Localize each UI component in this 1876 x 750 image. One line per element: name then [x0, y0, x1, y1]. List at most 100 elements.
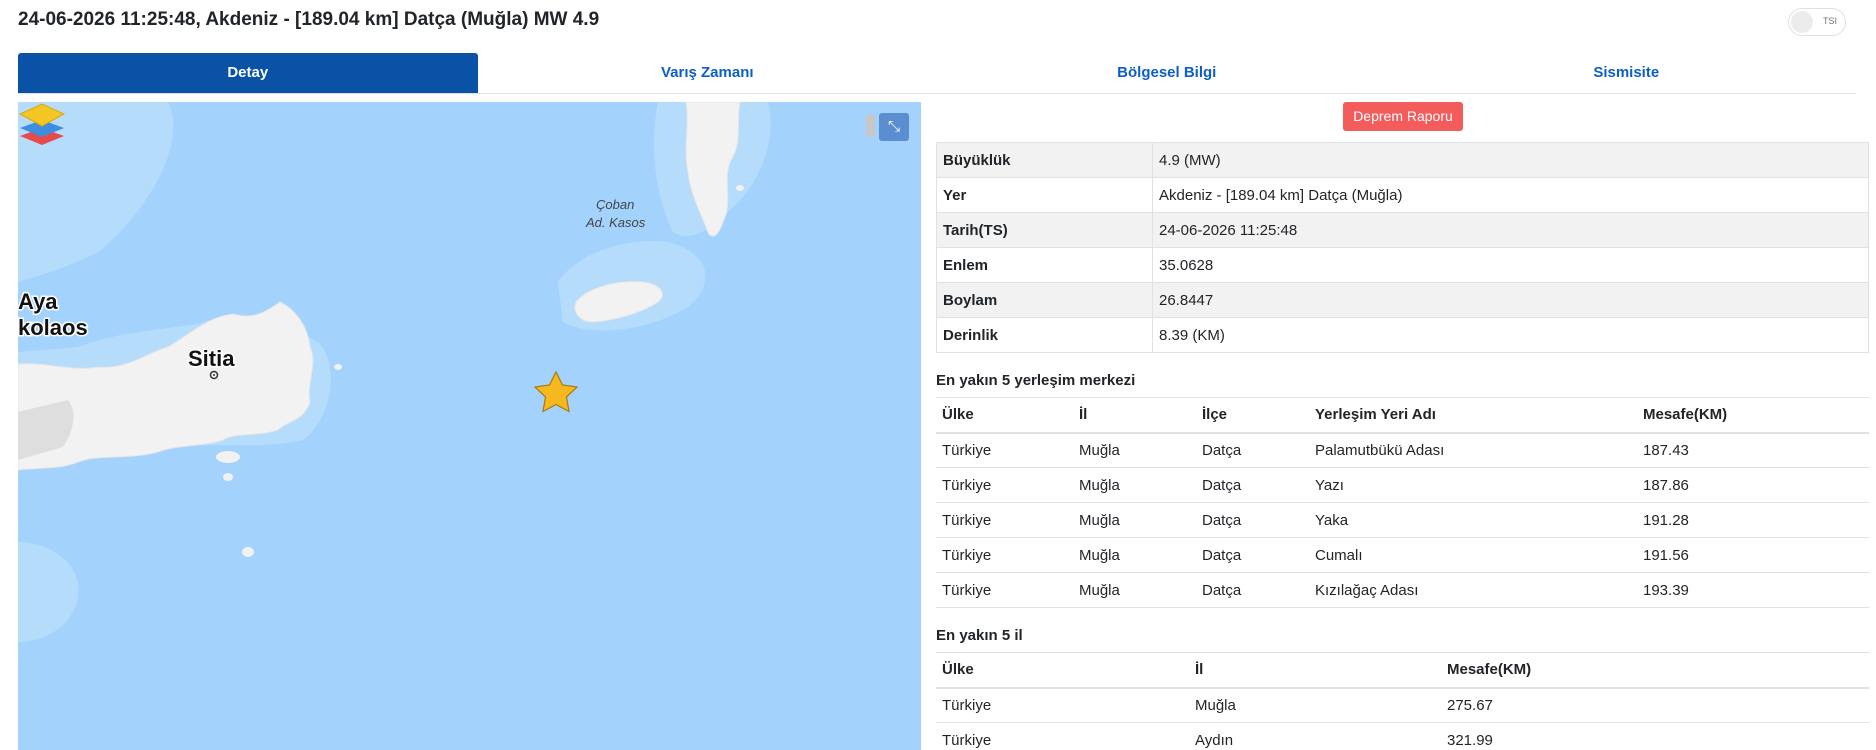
table-cell: Muğla — [1073, 572, 1196, 608]
table-cell: Muğla — [1189, 687, 1441, 723]
table-cell: Türkiye — [936, 467, 1073, 503]
toggle-label: TSI — [1822, 16, 1837, 26]
table-cell: Muğla — [1073, 537, 1196, 573]
tab-bolgesel-bilgi[interactable]: Bölgesel Bilgi — [937, 53, 1397, 93]
sitia-marker-dot — [213, 374, 215, 376]
detail-key: Yer — [936, 177, 1153, 213]
table-cell: Muğla — [1073, 432, 1196, 468]
provinces-table: Ülke İl Mesafe(KM) Türkiye Muğla 275.67 Türki… — [936, 652, 1869, 750]
detail-value: Akdeniz - [189.04 km] Datça (Muğla) — [1152, 177, 1869, 213]
detail-value: 24-06-2026 11:25:48 — [1152, 212, 1869, 248]
table-cell: Türkiye — [936, 572, 1073, 608]
table-cell: Türkiye — [936, 537, 1073, 573]
details-panel: Deprem Raporu Büyüklük 4.9 (MW) Yer Akdeniz… — [936, 102, 1870, 750]
table-cell: 275.67 — [1441, 687, 1869, 723]
table-row: Türkiye Muğla Datça Yazı 187.86 — [936, 467, 1869, 503]
settlements-title: En yakın 5 yerleşim merkezi — [936, 372, 1136, 389]
tab-varis-zamani[interactable]: Varış Zamanı — [478, 53, 938, 93]
table-cell: 191.56 — [1637, 537, 1869, 573]
label-kasos: Ad. Kasos — [585, 215, 646, 230]
column-header[interactable]: Ülke — [936, 652, 1189, 689]
detail-row: Enlem 35.0628 — [936, 247, 1869, 283]
shallow-water-southwest — [18, 542, 79, 642]
detail-key: Derinlik — [936, 317, 1153, 353]
table-cell: Datça — [1196, 502, 1309, 538]
detail-key: Boylam — [936, 282, 1153, 318]
table-cell: Türkiye — [936, 687, 1189, 723]
table-cell: Yaka — [1309, 502, 1637, 538]
detail-value: 35.0628 — [1152, 247, 1869, 283]
table-cell: Türkiye — [936, 722, 1189, 750]
column-header[interactable]: İl — [1189, 652, 1441, 689]
table-row: Türkiye Muğla Datça Palamutbükü Adası 187.43 — [936, 432, 1869, 468]
map-canvas: Sitia Aya kolaos Çoban Ad. Kasos — [18, 102, 771, 642]
table-header-row: Ülke İl İlçe Yerleşim Yeri Adı Mesafe(KM) — [936, 397, 1869, 434]
collapse-icon[interactable]: ⤡ — [879, 113, 909, 141]
toggle-knob — [1791, 11, 1813, 33]
table-cell: Türkiye — [936, 432, 1073, 468]
table-cell: Kızılağaç Adası — [1309, 572, 1637, 608]
table-cell: 193.39 — [1637, 572, 1869, 608]
column-header[interactable]: Ülke — [936, 397, 1073, 434]
column-header[interactable]: İl — [1073, 397, 1196, 434]
tab-bar: Detay Varış Zamanı Bölgesel Bilgi Sismis… — [18, 53, 1856, 94]
detail-key: Büyüklük — [936, 142, 1153, 178]
tab-detay[interactable]: Detay — [18, 53, 478, 93]
table-cell: Palamutbükü Adası — [1309, 432, 1637, 468]
table-cell: 191.28 — [1637, 502, 1869, 538]
detail-row: Yer Akdeniz - [189.04 km] Datça (Muğla) — [936, 177, 1869, 213]
islet-1 — [216, 451, 240, 463]
table-cell: Datça — [1196, 467, 1309, 503]
detail-value: 4.9 (MW) — [1152, 142, 1869, 178]
label-nikolaos: kolaos — [18, 315, 88, 340]
label-aya: Aya — [18, 289, 58, 314]
detail-key: Tarih(TS) — [936, 212, 1153, 248]
detail-value: 8.39 (KM) — [1152, 317, 1869, 353]
islet-5 — [265, 324, 271, 330]
label-coban: Çoban — [596, 197, 634, 212]
table-cell: Datça — [1196, 572, 1309, 608]
detail-key: Enlem — [936, 247, 1153, 283]
table-cell: Yazı — [1309, 467, 1637, 503]
islet-6 — [736, 185, 744, 191]
table-cell: Türkiye — [936, 502, 1073, 538]
map-slider-bar[interactable] — [866, 115, 875, 137]
settlements-table: Ülke İl İlçe Yerleşim Yeri Adı Mesafe(KM) Tü… — [936, 397, 1869, 608]
table-cell: 187.43 — [1637, 432, 1869, 468]
table-row: Türkiye Muğla 275.67 — [936, 687, 1869, 723]
column-header[interactable]: Mesafe(KM) — [1441, 652, 1869, 689]
page-header: 24-06-2026 11:25:48, Akdeniz - [189.04 k… — [18, 7, 1858, 37]
table-cell: Muğla — [1073, 467, 1196, 503]
tsi-toggle[interactable]: TSI — [1788, 8, 1846, 36]
table-header-row: Ülke İl Mesafe(KM) — [936, 652, 1869, 689]
label-sitia: Sitia — [188, 346, 235, 371]
table-cell: Datça — [1196, 537, 1309, 573]
deprem-raporu-button[interactable]: Deprem Raporu — [1343, 102, 1463, 131]
tab-sismisite[interactable]: Sismisite — [1397, 53, 1857, 93]
islet-4 — [334, 364, 342, 370]
table-row: Türkiye Muğla Datça Kızılağaç Adası 193.39 — [936, 572, 1869, 608]
islet-2 — [223, 473, 233, 481]
report-wrap: Deprem Raporu — [936, 102, 1870, 140]
table-cell: Muğla — [1073, 502, 1196, 538]
provinces-title: En yakın 5 il — [936, 627, 1023, 644]
table-cell: 321.99 — [1441, 722, 1869, 750]
column-header[interactable]: Yerleşim Yeri Adı — [1309, 397, 1637, 434]
layers-icon[interactable] — [18, 102, 66, 146]
column-header[interactable]: Mesafe(KM) — [1637, 397, 1869, 434]
detail-row: Boylam 26.8447 — [936, 282, 1869, 318]
table-cell: Aydın — [1189, 722, 1441, 750]
event-title: 24-06-2026 11:25:48, Akdeniz - [189.04 k… — [18, 9, 600, 30]
column-header[interactable]: İlçe — [1196, 397, 1309, 434]
table-row: Türkiye Muğla Datça Cumalı 191.56 — [936, 537, 1869, 573]
epicenter-map[interactable]: Sitia Aya kolaos Çoban Ad. Kasos ⤡ — [18, 102, 921, 750]
table-cell: 187.86 — [1637, 467, 1869, 503]
detail-row: Tarih(TS) 24-06-2026 11:25:48 — [936, 212, 1869, 248]
table-row: Türkiye Muğla Datça Yaka 191.28 — [936, 502, 1869, 538]
table-cell: Cumalı — [1309, 537, 1637, 573]
detail-row: Derinlik 8.39 (KM) — [936, 317, 1869, 353]
table-cell: Datça — [1196, 432, 1309, 468]
detail-table: Büyüklük 4.9 (MW) Yer Akdeniz - [189.04 km]… — [936, 142, 1869, 353]
star-icon — [533, 370, 579, 413]
detail-row: Büyüklük 4.9 (MW) — [936, 142, 1869, 178]
